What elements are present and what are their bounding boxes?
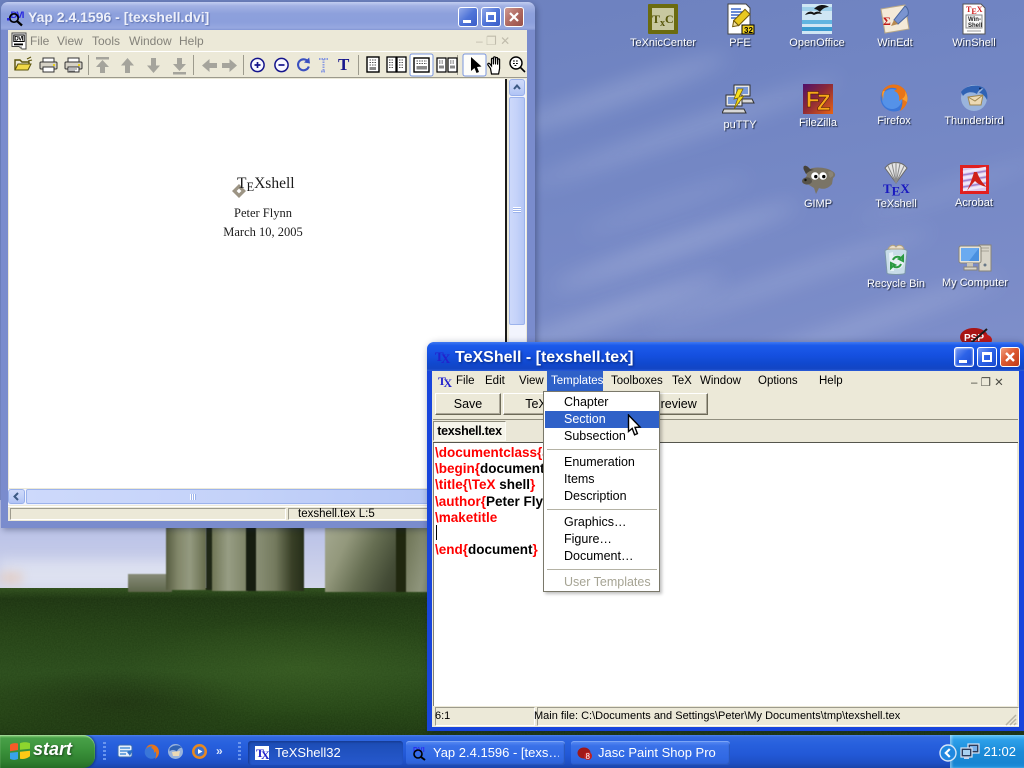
svg-text:DVI: DVI (14, 37, 23, 43)
svg-text:32: 32 (744, 26, 753, 35)
svg-text:X: X (261, 748, 270, 761)
svg-text:X: X (441, 351, 451, 365)
svg-text:Shell: Shell (968, 23, 983, 29)
svg-text:T: T (338, 55, 350, 74)
svg-text:8: 8 (586, 752, 591, 761)
svg-text:Z: Z (817, 90, 830, 115)
svg-text:Σ: Σ (883, 14, 891, 28)
svg-text:X: X (444, 376, 453, 389)
svg-text:TEX: TEX (883, 181, 910, 196)
